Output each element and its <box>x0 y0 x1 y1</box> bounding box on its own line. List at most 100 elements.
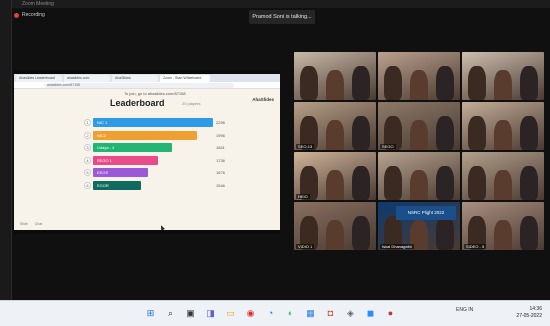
leaderboard-title: Leaderboard <box>110 98 165 108</box>
presentation-inset: NSRC Plight 2022 <box>396 206 456 220</box>
participant-name: HEIO <box>296 194 310 199</box>
browser-tab-bar: Ahaslides Leaderboard ahaslides.com AhaS… <box>14 74 280 82</box>
person-silhouette <box>326 120 344 150</box>
team-score: 2296 <box>216 120 225 125</box>
person-silhouette <box>520 116 538 150</box>
team-name: EEGS <box>97 170 109 175</box>
title-bar: Zoom Meeting <box>12 0 550 8</box>
team-score: 1841 <box>216 145 225 150</box>
participant-video-tile[interactable]: SIDEO - 5 <box>462 202 544 250</box>
recorder-icon[interactable]: ● <box>384 307 397 320</box>
store-icon[interactable]: ▦ <box>304 307 317 320</box>
mouse-cursor-icon <box>159 224 165 231</box>
person-silhouette <box>494 70 512 100</box>
person-silhouette <box>494 220 512 250</box>
team-name: EGOR <box>97 182 109 188</box>
participant-video-tile[interactable]: SEGO <box>378 102 460 150</box>
rank-badge: 5 <box>84 169 91 176</box>
leaderboard-row: 2 NIC2 1996 <box>84 130 244 141</box>
ahaslides-logo: AhaSlides <box>252 97 274 102</box>
person-silhouette <box>410 70 428 100</box>
browser-window: Ahaslides Leaderboard ahaslides.com AhaS… <box>14 74 280 231</box>
url-field[interactable]: ahaslides.com/87158 <box>44 83 234 88</box>
system-clock[interactable]: 14:36 27-05-2022 <box>516 306 542 320</box>
team-score: 1996 <box>216 132 225 138</box>
clock-date: 27-05-2022 <box>516 313 542 319</box>
participant-video-tile[interactable]: SEO-13 <box>294 102 376 150</box>
person-silhouette <box>410 170 428 200</box>
team-name: NIC2 <box>97 132 107 138</box>
person-silhouette <box>520 216 538 250</box>
team-name: SEGO 1 <box>97 157 112 163</box>
join-instructions: To join, go to ahaslides.com/87158 <box>124 91 186 96</box>
edge-icon[interactable]: ◔ <box>264 307 277 320</box>
window-title: Zoom Meeting <box>22 1 54 7</box>
rank-badge: 2 <box>84 131 91 139</box>
team-score: 1676 <box>216 170 225 175</box>
participant-video-tile[interactable] <box>462 52 544 100</box>
office-icon[interactable]: ◘ <box>324 307 337 320</box>
talking-indicator: Pramod Soni is talking... <box>249 10 315 24</box>
rank-badge: 3 <box>84 144 91 151</box>
participant-video-tile[interactable] <box>462 152 544 200</box>
zoom-window: Zoom Meeting Recording Pramod Soni is ta… <box>0 0 550 326</box>
person-silhouette <box>468 116 486 150</box>
person-silhouette <box>352 116 370 150</box>
participant-video-tile[interactable] <box>462 102 544 150</box>
participant-video-tile[interactable]: VIDIO 1 <box>294 202 376 250</box>
leaderboard-list: 1 NIC 1 2296 2 NIC2 1996 3 Udaya - 4 1841 4 SEGO 1… <box>84 117 244 192</box>
browser-tab[interactable]: Ahaslides Leaderboard <box>16 75 62 82</box>
person-silhouette <box>436 216 454 250</box>
leaderboard-row: 6 EGOR 1546 <box>84 180 244 191</box>
person-silhouette <box>494 170 512 200</box>
participant-video-tile[interactable]: NSRC Plight 2022 Iskal Dhanagathi <box>378 202 460 250</box>
person-silhouette <box>410 120 428 150</box>
left-panel <box>0 0 12 300</box>
leaderboard-row: 3 Udaya - 4 1841 <box>84 142 244 153</box>
participant-name: VIDIO 1 <box>296 244 315 249</box>
team-name: NIC 1 <box>97 120 108 125</box>
person-silhouette <box>520 166 538 200</box>
zoom-icon[interactable]: ◼ <box>364 307 377 320</box>
person-silhouette <box>384 166 402 200</box>
widgets-icon[interactable]: ◨ <box>204 307 217 320</box>
participant-video-tile[interactable] <box>294 52 376 100</box>
person-silhouette <box>436 66 454 100</box>
score-bar <box>93 130 198 140</box>
recording-indicator[interactable]: Recording <box>14 10 45 20</box>
slide-footer-item[interactable]: Chat <box>35 222 42 226</box>
app-icon[interactable]: ◈ <box>344 307 357 320</box>
windows-start-icon[interactable]: ⊞ <box>144 307 157 320</box>
person-silhouette <box>300 66 318 100</box>
chrome-icon[interactable]: ◉ <box>244 307 257 320</box>
search-icon[interactable]: ⌕ <box>164 307 177 320</box>
person-silhouette <box>352 66 370 100</box>
participant-video-tile[interactable] <box>378 52 460 100</box>
address-bar: ahaslides.com/87158 <box>14 82 280 89</box>
language-indicator[interactable]: ENG IN <box>456 307 473 313</box>
task-view-icon[interactable]: ▣ <box>184 307 197 320</box>
score-bar <box>93 118 213 127</box>
browser-tab-active[interactable]: Zoom - Start Whiteboard <box>160 75 210 82</box>
browser-tab[interactable]: ahaslides.com <box>64 75 110 82</box>
slide-page: To join, go to ahaslides.com/87158 AhaSl… <box>14 89 280 231</box>
participant-name: SEGO <box>380 144 396 149</box>
person-silhouette <box>436 116 454 150</box>
participant-video-tile[interactable] <box>378 152 460 200</box>
rank-badge: 1 <box>84 119 91 126</box>
recording-dot-icon <box>14 12 19 18</box>
person-silhouette <box>326 70 344 100</box>
participant-name: SEO-13 <box>296 144 315 149</box>
slide-footer: Slide Chat <box>20 222 48 226</box>
participant-video-tile[interactable]: HEIO <box>294 152 376 200</box>
spotify-icon[interactable]: ◐ <box>284 307 297 320</box>
person-silhouette <box>326 170 344 200</box>
team-score: 1546 <box>216 182 225 188</box>
person-silhouette <box>494 120 512 150</box>
shared-screen: Ahaslides Leaderboard ahaslides.com AhaS… <box>14 70 280 234</box>
browser-tab[interactable]: AhaSlides <box>112 75 158 82</box>
slide-footer-item[interactable]: Slide <box>20 222 28 226</box>
file-explorer-icon[interactable]: ▭ <box>224 307 237 320</box>
person-silhouette <box>468 66 486 100</box>
clock-time: 14:36 <box>529 306 542 312</box>
